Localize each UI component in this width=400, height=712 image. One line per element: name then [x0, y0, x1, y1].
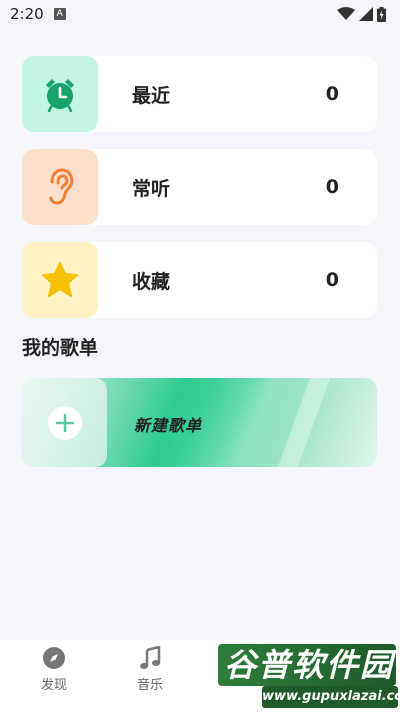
wifi-icon — [337, 7, 355, 20]
alarm-clock-icon — [46, 79, 74, 112]
frequent-count: 0 — [325, 176, 339, 198]
battery-icon — [377, 6, 386, 22]
watermark-url: www.gupuxlazai.com — [262, 686, 400, 708]
favorites-card[interactable]: 收藏 0 — [22, 242, 377, 318]
plus-box — [22, 378, 107, 467]
plus-circle — [47, 405, 82, 440]
frequent-label: 常听 — [132, 177, 171, 200]
ear-icon — [49, 168, 74, 205]
recent-label: 最近 — [132, 84, 171, 107]
recent-card[interactable]: 最近 0 — [22, 56, 377, 132]
frequent-icon-box — [22, 149, 98, 225]
nav-label-discover: 发现 — [40, 678, 67, 693]
star-icon — [42, 262, 78, 297]
plus-icon — [55, 413, 74, 432]
recent-icon-box — [22, 56, 98, 132]
nav-item-discover[interactable]: 发现 — [24, 646, 84, 693]
favorites-count: 0 — [325, 269, 339, 291]
notification-icon: A — [53, 8, 66, 20]
watermark: 谷普软件园 www.gupuxlazai.com — [218, 644, 400, 710]
nav-item-music[interactable]: 音乐 — [120, 646, 180, 693]
compass-icon — [43, 647, 65, 669]
recent-count: 0 — [325, 83, 339, 105]
frequent-card[interactable]: 常听 0 — [22, 149, 377, 225]
status-time: 2:20 — [10, 5, 44, 23]
my-playlists-title: 我的歌单 — [22, 337, 99, 359]
favorites-label: 收藏 — [132, 270, 171, 293]
new-playlist-button[interactable]: 新建歌单 — [22, 378, 377, 467]
new-playlist-label: 新建歌单 — [134, 416, 203, 435]
nav-label-music: 音乐 — [136, 678, 163, 693]
music-note-icon — [140, 646, 161, 669]
watermark-title: 谷普软件园 — [218, 644, 396, 686]
favorites-icon-box — [22, 242, 98, 318]
signal-icon — [359, 7, 373, 21]
status-bar: 2:20 A — [0, 0, 400, 28]
